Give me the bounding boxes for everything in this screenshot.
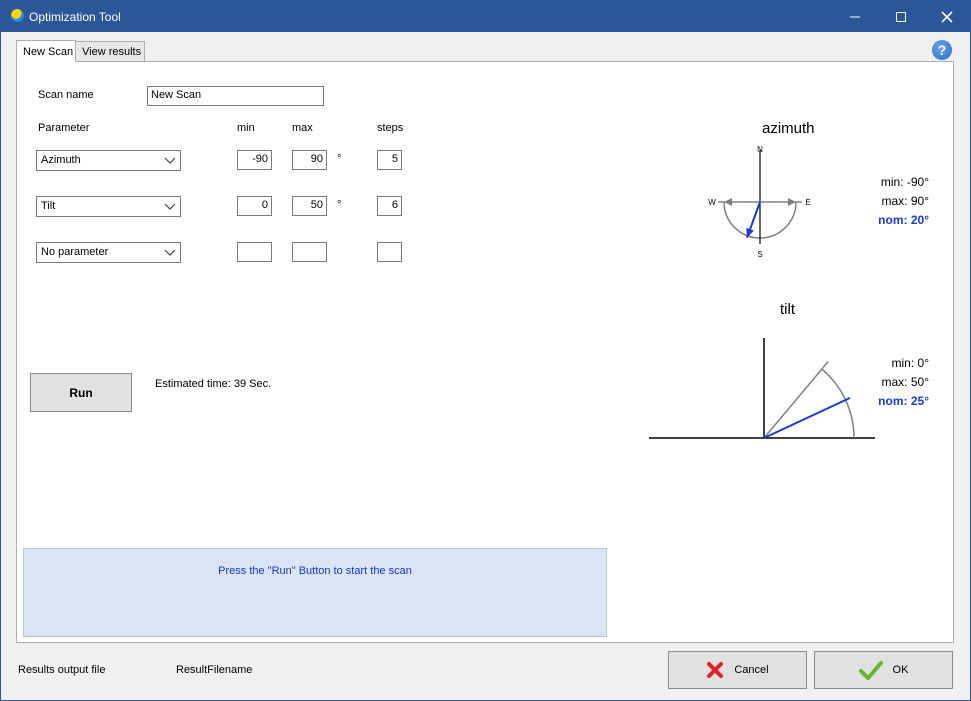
tilt-max-line [763, 360, 829, 439]
optimization-tool-window: Optimization Tool New Scan View results … [0, 0, 971, 701]
steps-header: steps [377, 122, 404, 134]
azimuth-nom-value: 20° [910, 213, 929, 227]
tilt-min-label: min: [891, 356, 915, 370]
max-input-2[interactable]: 50 [292, 196, 327, 216]
compass-s: S [757, 250, 762, 259]
azimuth-max-label: max: [881, 194, 908, 208]
min-input-1[interactable]: -90 [237, 150, 272, 170]
max-input-3[interactable] [292, 242, 327, 262]
tilt-max-label: max: [881, 375, 908, 389]
app-icon [11, 9, 24, 22]
tilt-nom-label: nom: [878, 394, 908, 408]
min-header: min [237, 122, 255, 134]
output-file-label: Results output file [18, 664, 106, 676]
checkmark-icon [858, 661, 883, 680]
azimuth-diagram: N S W E [708, 145, 810, 259]
parameter-select-value: Azimuth [41, 154, 81, 166]
tilt-nom-value: 25° [910, 394, 929, 408]
maximize-icon [896, 11, 906, 22]
azimuth-readout: min: -90° max: 90° nom: 20° [857, 175, 929, 232]
maximize-button[interactable] [878, 1, 924, 32]
tab-view-results[interactable]: View results [75, 41, 145, 62]
close-icon [941, 10, 953, 23]
status-message-box: Press the "Run" Button to start the scan [23, 548, 607, 637]
parameter-header: Parameter [38, 122, 90, 134]
compass-w: W [708, 198, 716, 207]
chevron-down-icon [164, 203, 176, 210]
estimated-time-label: Estimated time: 39 Sec. [155, 378, 272, 390]
azimuth-title: azimuth [762, 120, 815, 137]
min-arrow-icon [724, 198, 732, 206]
run-button[interactable]: Run [30, 373, 132, 412]
compass-n: N [757, 145, 763, 154]
tilt-readout: min: 0° max: 50° nom: 25° [857, 356, 929, 413]
max-arrow-icon [788, 198, 796, 206]
status-message: Press the "Run" Button to start the scan [218, 565, 412, 577]
tilt-diagram [649, 338, 875, 439]
tilt-nominal-line [763, 396, 851, 439]
parameter-select-3[interactable]: No parameter [36, 242, 181, 263]
azimuth-min-value: -90° [906, 175, 929, 189]
ok-label: OK [892, 664, 909, 676]
tab-new-scan[interactable]: New Scan [16, 40, 76, 62]
minimize-button[interactable] [832, 1, 878, 32]
max-header: max [292, 122, 313, 134]
window-title: Optimization Tool [29, 10, 121, 24]
max-input-1[interactable]: 90 [292, 150, 327, 170]
compass-e: E [805, 198, 810, 207]
title-bar: Optimization Tool [1, 1, 970, 32]
parameter-select-value: No parameter [41, 246, 109, 258]
minimize-icon [850, 16, 860, 17]
output-filename: ResultFilename [176, 664, 253, 676]
parameter-select-1[interactable]: Azimuth [36, 150, 181, 171]
steps-input-2[interactable]: 6 [377, 196, 402, 216]
unit-label-1: ° [337, 153, 342, 165]
azimuth-max-value: 90° [910, 194, 929, 208]
steps-input-1[interactable]: 5 [377, 150, 402, 170]
parameter-select-value: Tilt [41, 200, 56, 212]
chevron-down-icon [164, 249, 176, 256]
cancel-label: Cancel [734, 664, 769, 676]
chevron-down-icon [164, 157, 176, 164]
azimuth-nom-label: nom: [878, 213, 908, 227]
scan-name-input[interactable]: New Scan [147, 86, 324, 106]
close-button[interactable] [924, 1, 970, 32]
unit-label-2: ° [337, 199, 342, 211]
cancel-button[interactable]: Cancel [668, 651, 807, 689]
tilt-title: tilt [780, 301, 795, 318]
cancel-icon [707, 662, 724, 678]
ok-button[interactable]: OK [814, 651, 953, 689]
help-icon[interactable]: ? [932, 40, 952, 60]
steps-input-3[interactable] [377, 242, 402, 262]
parameter-select-2[interactable]: Tilt [36, 196, 181, 217]
azimuth-min-label: min: [880, 175, 904, 189]
scan-name-label: Scan name [38, 89, 94, 101]
tilt-min-value: 0° [917, 356, 929, 370]
min-input-3[interactable] [237, 242, 272, 262]
min-input-2[interactable]: 0 [237, 196, 272, 216]
tilt-max-value: 50° [910, 375, 929, 389]
